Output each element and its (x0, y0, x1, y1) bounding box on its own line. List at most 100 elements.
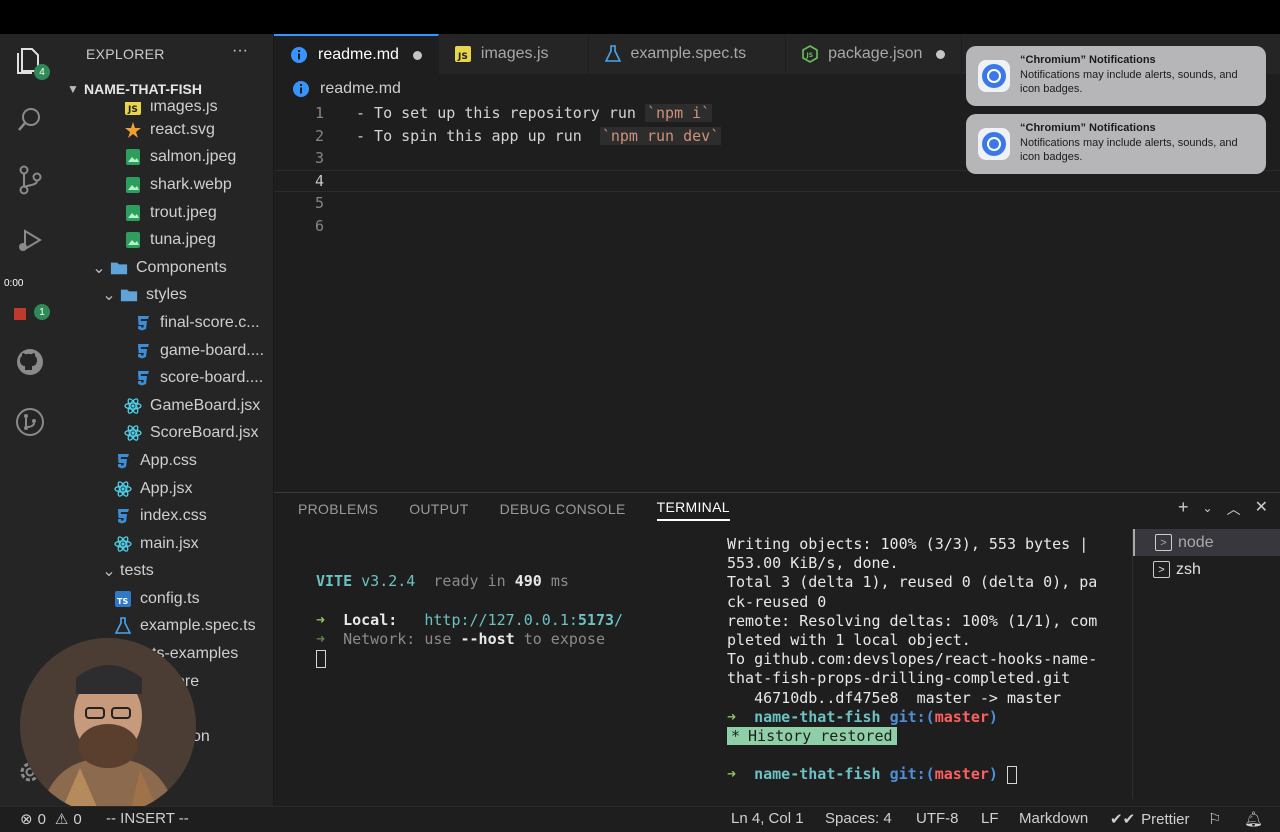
chromium-notification[interactable]: “Chromium” Notifications Notifications ma… (966, 114, 1266, 174)
debug-badge: 1 (34, 304, 50, 320)
bottom-panel: PROBLEMS OUTPUT DEBUG CONSOLE TERMINAL + ⌄ … (274, 492, 1280, 806)
panel-tab-problems[interactable]: PROBLEMS (298, 493, 378, 521)
tab-readme-md[interactable]: readme.md (274, 34, 439, 74)
terminal-output-line: remote: Resolving deltas: 100% (1/1), co… (727, 611, 1098, 630)
network-post: to expose (523, 629, 605, 648)
tree-file[interactable]: ScoreBoard.jsx (60, 420, 273, 448)
breadcrumb[interactable]: readme.md (292, 78, 401, 100)
tree-file[interactable]: final-score.c... (60, 309, 273, 337)
prettier-status[interactable]: ✔✔ Prettier (1110, 810, 1190, 829)
git-label: git:( (889, 707, 935, 726)
tree-file[interactable]: example.spec.ts (60, 613, 273, 641)
close-panel-icon[interactable]: ✕ (1255, 497, 1268, 519)
panel-tab-output[interactable]: OUTPUT (409, 493, 468, 521)
breadcrumb-file: readme.md (320, 80, 401, 97)
panel-tabs: PROBLEMS OUTPUT DEBUG CONSOLE TERMINAL (298, 493, 761, 521)
info-icon (293, 81, 309, 97)
indentation[interactable]: Spaces: 4 (825, 810, 892, 827)
terminal-output-line: Total 3 (delta 1), reused 0 (delta 0), p… (727, 573, 1098, 592)
local-url[interactable]: http://127.0.0.1:5173/ (424, 611, 623, 629)
tree-folder[interactable]: ⌄ tests (60, 558, 273, 586)
tab-example-spec-ts[interactable]: example.spec.ts (589, 34, 787, 74)
tree-file[interactable]: salmon.jpeg (60, 144, 273, 172)
tree-file[interactable]: GameBoard.jsx (60, 392, 273, 420)
panel-tab-debug-console[interactable]: DEBUG CONSOLE (500, 493, 626, 521)
terminal-output-line: 553.00 KiB/s, done. (727, 554, 899, 573)
tree-file[interactable]: react.svg (60, 116, 273, 144)
tab-label: images.js (480, 45, 549, 62)
tree-file[interactable]: App.jsx (60, 475, 273, 503)
panel-tab-terminal[interactable]: TERMINAL (656, 493, 730, 521)
tree-file[interactable]: tuna.jpeg (60, 226, 273, 254)
arrow-icon: ➜ (316, 610, 326, 629)
unsaved-dot-icon[interactable] (936, 49, 946, 59)
svg-text:TS: TS (117, 597, 128, 606)
tree-folder[interactable]: ⌄ styles (60, 282, 273, 310)
problems-status[interactable]: ⊗ 0 ⚠ 0 (20, 810, 82, 829)
tab-label: readme.md (318, 46, 399, 63)
source-control-activity[interactable] (12, 162, 48, 198)
project-folder[interactable]: ▼ NAME-THAT-FISH (60, 76, 273, 102)
git-close: ) (988, 707, 998, 726)
language-mode[interactable]: Markdown (1019, 810, 1088, 827)
run-debug-activity[interactable] (12, 222, 48, 258)
explorer-more-button[interactable]: ··· (232, 42, 248, 60)
terminal-zsh[interactable]: Writing objects: 100% (3/3), 553 bytes |… (727, 535, 1111, 784)
chromium-notification[interactable]: “Chromium” Notifications Notifications ma… (966, 46, 1266, 106)
terminal-output-line: Writing objects: 100% (3/3), 553 bytes | (727, 535, 1089, 553)
terminal-instance-zsh[interactable]: > zsh (1133, 556, 1280, 583)
tree-file[interactable]: score-board.... (60, 364, 273, 392)
notification-body: Notifications may include alerts, sounds… (1020, 137, 1238, 163)
maximize-panel-icon[interactable]: ︿ (1227, 499, 1241, 519)
tab-images-js[interactable]: JS images.js (439, 34, 589, 74)
terminal-list: > node > zsh (1132, 529, 1280, 799)
chromium-icon (978, 60, 1010, 92)
local-slash: / (614, 610, 624, 629)
new-terminal-icon[interactable]: + (1178, 497, 1189, 519)
svg-text:JS: JS (806, 52, 814, 59)
tab-package-json[interactable]: JS package.json (786, 34, 963, 74)
git-graph-activity[interactable] (12, 404, 48, 440)
tree-folder[interactable]: ⌄ Components (60, 254, 273, 282)
terminal-output-line: that-fish-props-drilling-completed.git (727, 669, 1071, 688)
explorer-title: EXPLORER (86, 46, 165, 62)
tree-file[interactable]: main.jsx (60, 530, 273, 558)
tree-item-label: config.ts (140, 589, 200, 607)
line-endings[interactable]: LF (981, 810, 999, 827)
chevron-down-icon[interactable]: ⌄ (1203, 501, 1213, 519)
network-flag: --host (460, 629, 515, 648)
tree-file[interactable]: trout.jpeg (60, 199, 273, 227)
vite-ms-unit: ms (550, 572, 569, 591)
search-activity[interactable] (12, 102, 48, 138)
tree-item-label: example.spec.ts (140, 617, 256, 635)
tree-file[interactable]: TS config.ts (60, 585, 273, 613)
tree-file[interactable]: JS images.js (60, 102, 273, 116)
explorer-activity[interactable]: 4 (12, 42, 50, 80)
flask-icon (604, 45, 621, 63)
git-graph-icon (16, 408, 44, 436)
encoding[interactable]: UTF-8 (916, 810, 959, 827)
tree-file[interactable]: index.css (60, 502, 273, 530)
prettier-label: Prettier (1141, 810, 1190, 828)
tree-item-label: tests (120, 562, 154, 580)
chevron-down-icon: ⌄ (102, 287, 116, 305)
history-star: * (727, 727, 745, 746)
terminal-instance-node[interactable]: > node (1133, 529, 1280, 556)
terminal-vite[interactable]: VITE v3.2.4 ready in 490 ms ➜ Local: htt… (316, 553, 623, 687)
node-icon: JS (802, 45, 818, 63)
tree-file[interactable]: shark.webp (60, 171, 273, 199)
cursor-position[interactable]: Ln 4, Col 1 (731, 810, 804, 827)
line-number: 5 (314, 194, 324, 213)
github-activity[interactable] (12, 344, 48, 380)
tree-file[interactable]: App.css (60, 447, 273, 475)
bell-icon[interactable]: 🔔︎ (1244, 810, 1263, 828)
tab-label: package.json (828, 45, 923, 62)
tree-item-label: salmon.jpeg (150, 148, 237, 166)
code-text: - To set up this repository run `npm i` (356, 104, 713, 122)
stop-recording[interactable]: 1 (12, 296, 50, 332)
terminal-output-line: ck-reused 0 (727, 592, 827, 611)
unsaved-dot-icon[interactable] (412, 50, 422, 60)
tree-file[interactable]: game-board.... (60, 337, 273, 365)
feedback-icon[interactable]: ⚐ (1208, 810, 1221, 828)
code-plain: - To spin this app up run (356, 126, 600, 145)
